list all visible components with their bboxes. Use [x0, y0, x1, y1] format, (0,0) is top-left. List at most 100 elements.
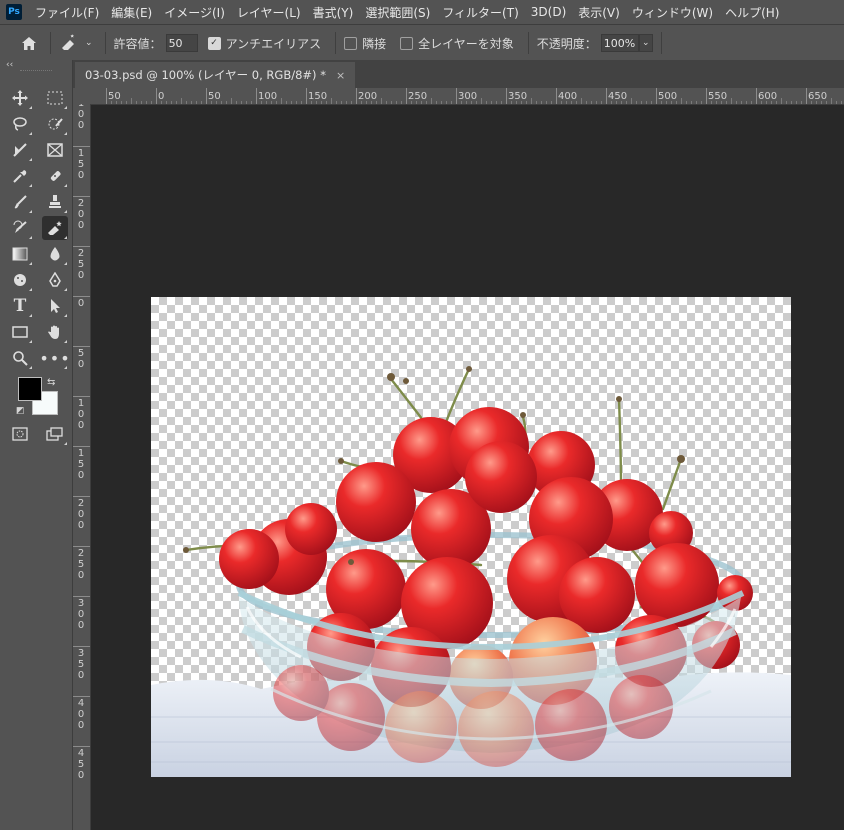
ruler-minor-tick	[521, 101, 522, 104]
dodge-tool-icon[interactable]	[7, 268, 33, 292]
contiguous-checkbox[interactable]	[344, 36, 358, 50]
ruler-minor-tick	[281, 98, 282, 104]
ruler-minor-tick	[191, 101, 192, 104]
swap-colors-icon[interactable]: ⇆	[47, 377, 55, 388]
document-tab-title: 03-03.psd @ 100% (レイヤー 0, RGB/8#) *	[85, 68, 326, 82]
ruler-minor-tick	[271, 101, 272, 104]
opacity-input[interactable]: 100%	[600, 34, 639, 52]
ruler-minor-tick	[301, 101, 302, 104]
blur-tool-icon[interactable]	[42, 242, 68, 266]
magic-eraser-preset-icon[interactable]	[59, 34, 81, 52]
eyedropper-tool-icon[interactable]	[7, 164, 33, 188]
clone-stamp-tool-icon[interactable]	[42, 190, 68, 214]
ruler-tick	[73, 146, 90, 147]
document-tab-bar: 03-03.psd @ 100% (レイヤー 0, RGB/8#) * ×	[73, 60, 844, 88]
chevron-down-icon[interactable]: ⌄	[85, 38, 93, 48]
ruler-minor-tick	[116, 101, 117, 104]
horizontal-ruler[interactable]: 50 0 50 100 150 200 250 300 350 400 450 500 550 600 65…	[90, 88, 844, 105]
ruler-minor-tick	[576, 101, 577, 104]
hand-tool-icon[interactable]	[42, 320, 68, 344]
all-layers-checkbox[interactable]	[400, 36, 414, 50]
screen-mode-icon[interactable]	[42, 422, 68, 446]
tolerance-input[interactable]: 50	[165, 34, 198, 52]
ruler-label: 1 0 0	[77, 104, 85, 131]
ruler-minor-tick	[826, 101, 827, 104]
ruler-label: 0	[77, 298, 85, 309]
ruler-minor-tick	[426, 101, 427, 104]
ruler-tick	[606, 88, 607, 104]
history-brush-tool-icon[interactable]	[7, 216, 33, 240]
rectangle-tool-icon[interactable]	[7, 320, 33, 344]
menu-3d[interactable]: 3D(D)	[525, 5, 572, 19]
cherries-in-glass-bowl-image	[151, 366, 791, 777]
foreground-color-swatch[interactable]	[18, 377, 42, 401]
ruler-minor-tick	[351, 101, 352, 104]
ruler-tick	[73, 746, 90, 747]
menu-edit[interactable]: 編集(E)	[105, 4, 158, 21]
antialias-checkbox[interactable]: ✓	[207, 36, 221, 50]
menu-view[interactable]: 表示(V)	[572, 4, 626, 21]
menu-file[interactable]: ファイル(F)	[29, 4, 105, 21]
ruler-tick	[456, 88, 457, 104]
move-tool-icon[interactable]	[7, 86, 33, 110]
gradient-tool-icon[interactable]	[7, 242, 33, 266]
ruler-minor-tick	[791, 101, 792, 104]
close-tab-icon[interactable]: ×	[336, 69, 345, 82]
ruler-tick	[73, 196, 90, 197]
quick-selection-tool-icon[interactable]	[42, 112, 68, 136]
zoom-tool-icon[interactable]	[7, 346, 33, 370]
ruler-origin[interactable]	[73, 88, 91, 105]
ruler-label: 4 0 0	[77, 698, 85, 731]
ruler-minor-tick	[486, 101, 487, 104]
ruler-label: 3 5 0	[77, 648, 85, 681]
ruler-minor-tick	[136, 101, 137, 104]
ruler-tick	[656, 88, 657, 104]
ruler-tick	[756, 88, 757, 104]
ruler-minor-tick	[481, 98, 482, 104]
more-tools-icon[interactable]: •••	[39, 346, 70, 370]
menu-window[interactable]: ウィンドウ(W)	[626, 4, 719, 21]
vertical-ruler[interactable]: 5 01 0 01 5 02 0 02 5 005 01 0 01 5 02 0…	[73, 104, 91, 830]
ruler-minor-tick	[751, 101, 752, 104]
ruler-minor-tick	[651, 101, 652, 104]
ruler-minor-tick	[461, 101, 462, 104]
default-colors-icon[interactable]: ◩	[16, 406, 25, 416]
ruler-minor-tick	[801, 101, 802, 104]
ruler-minor-tick	[661, 101, 662, 104]
pen-tool-icon[interactable]	[42, 268, 68, 292]
type-tool-icon[interactable]: T	[7, 294, 33, 318]
marquee-tool-icon[interactable]	[42, 86, 68, 110]
ruler-minor-tick	[241, 101, 242, 104]
panel-grip[interactable]	[20, 70, 52, 77]
ruler-minor-tick	[291, 101, 292, 104]
document-canvas[interactable]	[151, 297, 791, 777]
menu-type[interactable]: 書式(Y)	[307, 4, 360, 21]
path-selection-tool-icon[interactable]	[42, 294, 68, 318]
ruler-minor-tick	[601, 101, 602, 104]
ruler-tick	[806, 88, 807, 104]
frame-tool-icon[interactable]	[42, 138, 68, 162]
quick-mask-icon[interactable]	[7, 422, 33, 446]
ruler-minor-tick	[231, 98, 232, 104]
opacity-dropdown-icon[interactable]: ⌄	[638, 34, 653, 52]
magic-eraser-tool-icon[interactable]	[42, 216, 68, 240]
lasso-tool-icon[interactable]	[7, 112, 33, 136]
contiguous-label: 隣接	[362, 36, 387, 51]
ruler-minor-tick	[126, 101, 127, 104]
menu-image[interactable]: イメージ(I)	[158, 4, 231, 21]
menu-select[interactable]: 選択範囲(S)	[359, 4, 436, 21]
ruler-minor-tick	[221, 101, 222, 104]
collapse-icon[interactable]: ‹‹	[0, 60, 72, 70]
ruler-minor-tick	[566, 101, 567, 104]
menu-filter[interactable]: フィルター(T)	[436, 4, 524, 21]
home-icon[interactable]	[16, 36, 42, 51]
ruler-minor-tick	[496, 101, 497, 104]
healing-brush-tool-icon[interactable]	[42, 164, 68, 188]
ruler-minor-tick	[446, 101, 447, 104]
antialias-label: アンチエイリアス	[225, 36, 322, 51]
document-tab[interactable]: 03-03.psd @ 100% (レイヤー 0, RGB/8#) * ×	[75, 62, 356, 88]
menu-help[interactable]: ヘルプ(H)	[719, 4, 785, 21]
menu-layer[interactable]: レイヤー(L)	[231, 4, 307, 21]
crop-slice-tool-icon[interactable]	[7, 138, 33, 162]
brush-tool-icon[interactable]	[7, 190, 33, 214]
